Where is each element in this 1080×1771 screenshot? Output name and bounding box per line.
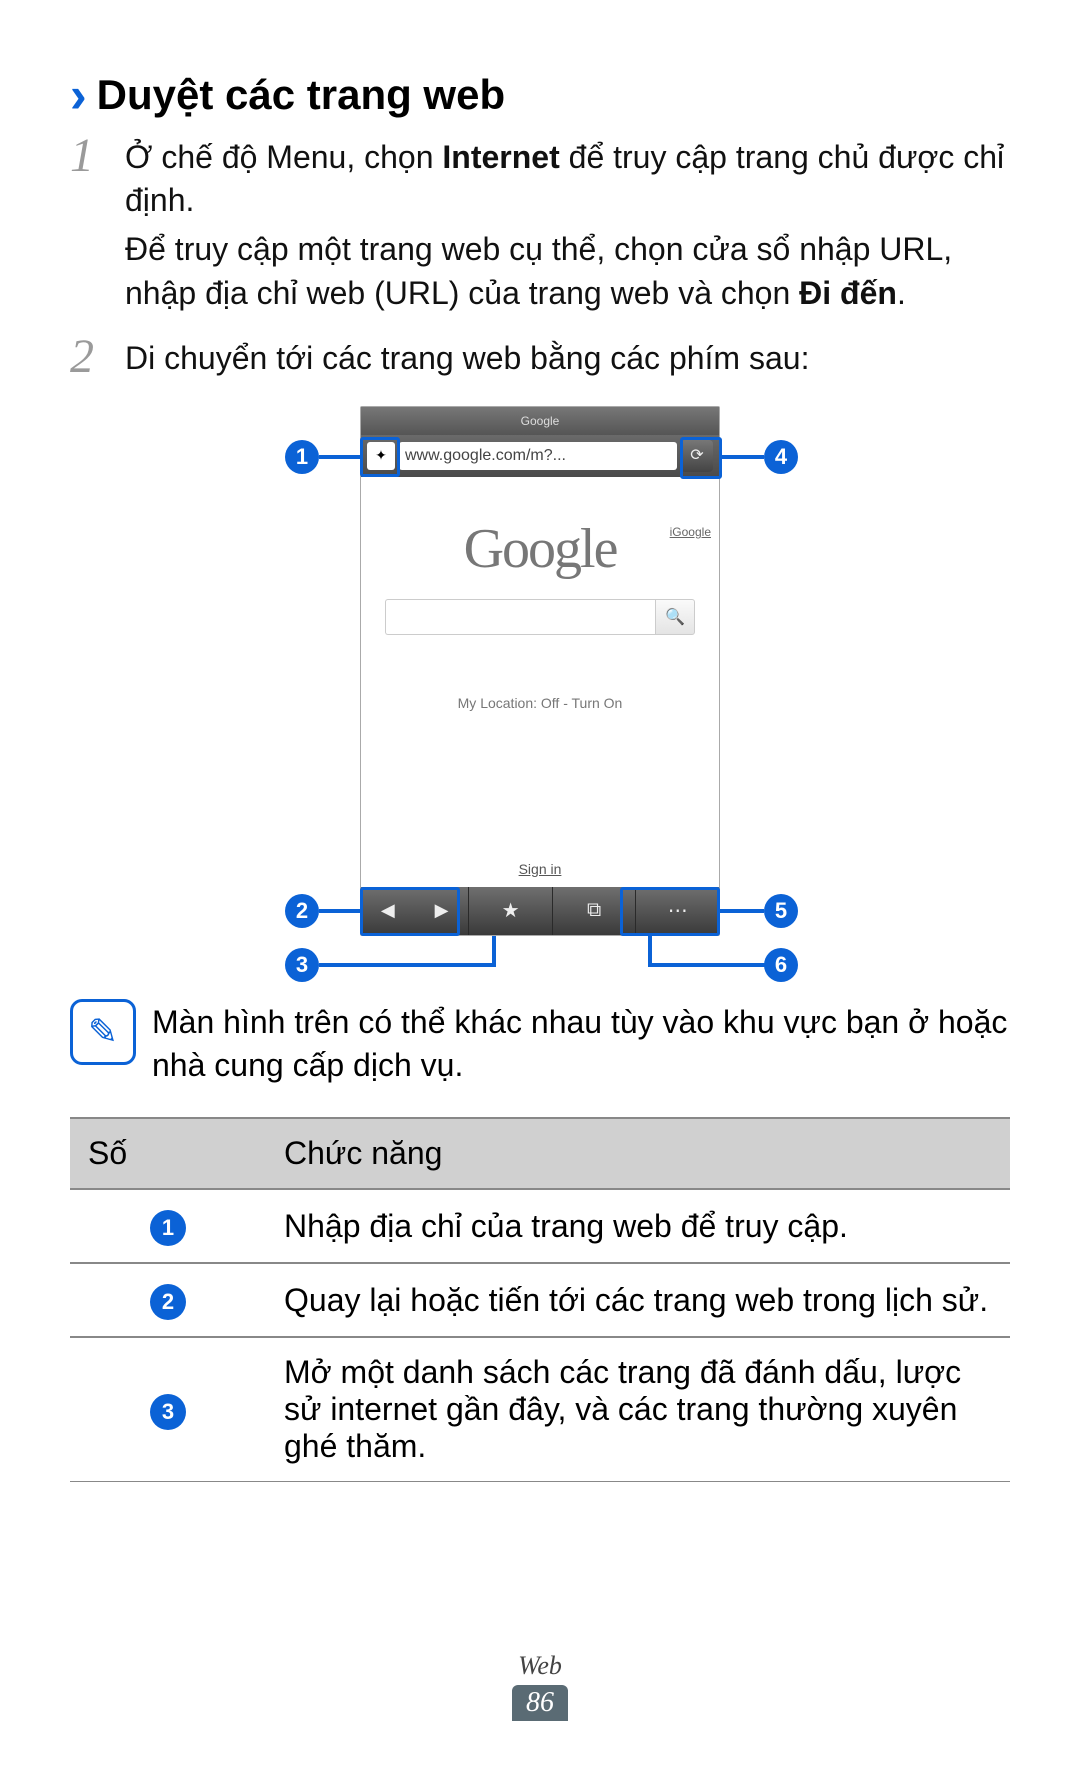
igoogle-link[interactable]: iGoogle: [670, 525, 711, 539]
lead: [720, 909, 764, 913]
highlight-2: [360, 887, 460, 936]
row-badge: 2: [150, 1284, 186, 1320]
step-number: 2: [70, 331, 125, 386]
browser-title: Google: [361, 407, 719, 435]
search-input[interactable]: [385, 599, 655, 635]
callout-6: 6: [764, 948, 798, 982]
lead: [492, 936, 496, 967]
note-icon: ✎: [70, 999, 136, 1065]
callout-4: 4: [764, 440, 798, 474]
note-block: ✎ Màn hình trên có thể khác nhau tùy vào…: [70, 999, 1010, 1087]
text: .: [897, 275, 906, 311]
address-bar[interactable]: ✦ www.google.com/m?... ⟳: [361, 435, 719, 477]
col-number: Số: [70, 1118, 266, 1189]
phone-screen: Google ✦ www.google.com/m?... ⟳ iGoogle …: [360, 406, 720, 936]
step-text: Ở chế độ Menu, chọn Internet để truy cập…: [125, 130, 1010, 321]
google-logo: Google: [361, 517, 719, 581]
text: Ở chế độ Menu, chọn: [125, 139, 442, 175]
phone-diagram: Google ✦ www.google.com/m?... ⟳ iGoogle …: [240, 406, 840, 981]
step-1: 1 Ở chế độ Menu, chọn Internet để truy c…: [70, 130, 1010, 321]
table-row: 3 Mở một danh sách các trang đã đánh dấu…: [70, 1337, 1010, 1482]
section-heading: › Duyệt các trang web: [70, 70, 1010, 120]
page-footer: Web 86: [0, 1651, 1080, 1721]
callout-5: 5: [764, 894, 798, 928]
row-text: Quay lại hoặc tiến tới các trang web tro…: [266, 1263, 1010, 1337]
function-table: Số Chức năng 1 Nhập địa chỉ của trang we…: [70, 1117, 1010, 1482]
table-row: 1 Nhập địa chỉ của trang web để truy cập…: [70, 1189, 1010, 1263]
row-text: Mở một danh sách các trang đã đánh dấu, …: [266, 1337, 1010, 1482]
location-text[interactable]: My Location: Off - Turn On: [361, 695, 719, 711]
page-content: iGoogle Google 🔍 My Location: Off - Turn…: [361, 517, 719, 917]
lead: [648, 963, 768, 967]
heading-text: Duyệt các trang web: [97, 71, 505, 119]
step-number: 1: [70, 130, 125, 321]
lead: [319, 909, 360, 913]
highlight-56: [620, 887, 720, 936]
callout-3: 3: [285, 948, 319, 982]
text: Di chuyển tới các trang web bằng các phí…: [125, 337, 809, 380]
row-badge: 3: [150, 1394, 186, 1430]
row-badge: 1: [150, 1210, 186, 1246]
highlight-1: [360, 437, 400, 477]
lead: [319, 963, 496, 967]
step-2: 2 Di chuyển tới các trang web bằng các p…: [70, 331, 1010, 386]
signin-link[interactable]: Sign in: [361, 861, 719, 877]
chapter-name: Web: [0, 1651, 1080, 1681]
bold: Đi đến: [799, 275, 897, 311]
highlight-4: [680, 437, 722, 479]
bold: Internet: [442, 139, 559, 175]
lead: [319, 455, 360, 459]
bookmark-icon[interactable]: ★: [469, 887, 553, 935]
callout-1: 1: [285, 440, 319, 474]
lead: [722, 455, 764, 459]
note-text: Màn hình trên có thể khác nhau tùy vào k…: [152, 999, 1010, 1087]
chevron-icon: ›: [70, 70, 87, 120]
table-row: 2 Quay lại hoặc tiến tới các trang web t…: [70, 1263, 1010, 1337]
step-text: Di chuyển tới các trang web bằng các phí…: [125, 331, 809, 386]
page-number: 86: [512, 1685, 568, 1721]
row-text: Nhập địa chỉ của trang web để truy cập.: [266, 1189, 1010, 1263]
col-function: Chức năng: [266, 1118, 1010, 1189]
search-icon[interactable]: 🔍: [655, 599, 695, 635]
url-input[interactable]: www.google.com/m?...: [399, 442, 677, 470]
callout-2: 2: [285, 894, 319, 928]
